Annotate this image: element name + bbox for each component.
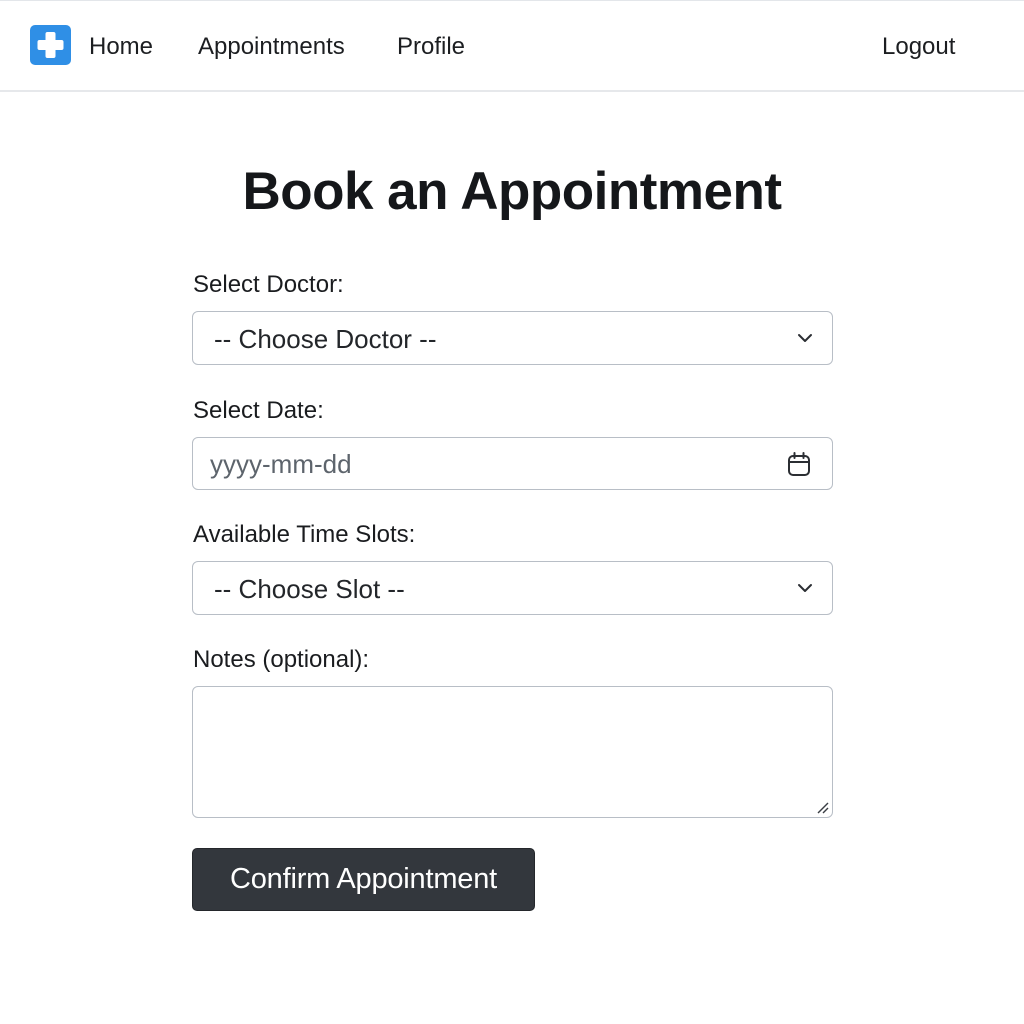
medical-cross-icon [37, 32, 64, 58]
nav-link-appointments[interactable]: Appointments [198, 32, 345, 62]
calendar-icon[interactable] [786, 451, 812, 478]
time-slots-label: Available Time Slots: [193, 521, 416, 548]
time-slot-select-value: -- Choose Slot -- [214, 574, 405, 604]
date-input[interactable]: yyyy-mm-dd [192, 437, 833, 490]
date-input-placeholder: yyyy-mm-dd [210, 449, 352, 479]
notes-textarea[interactable] [192, 686, 833, 818]
doctor-label: Select Doctor: [193, 271, 344, 298]
nav-link-logout[interactable]: Logout [882, 32, 955, 62]
doctor-select[interactable]: -- Choose Doctor -- [192, 311, 833, 365]
notes-label: Notes (optional): [193, 646, 370, 673]
date-label: Select Date: [193, 397, 324, 424]
resize-handle-icon[interactable] [816, 801, 830, 815]
top-navbar: Home Appointments Profile Logout [0, 0, 1024, 92]
page-title: Book an Appointment [242, 162, 782, 221]
brand-logo[interactable] [30, 25, 71, 65]
doctor-select-value: -- Choose Doctor -- [214, 324, 437, 354]
chevron-down-icon [798, 334, 812, 342]
confirm-appointment-button[interactable]: Confirm Appointment [192, 848, 535, 911]
chevron-down-icon [798, 584, 812, 592]
nav-link-profile[interactable]: Profile [397, 32, 465, 62]
time-slot-select[interactable]: -- Choose Slot -- [192, 561, 833, 615]
nav-link-home[interactable]: Home [89, 32, 153, 62]
